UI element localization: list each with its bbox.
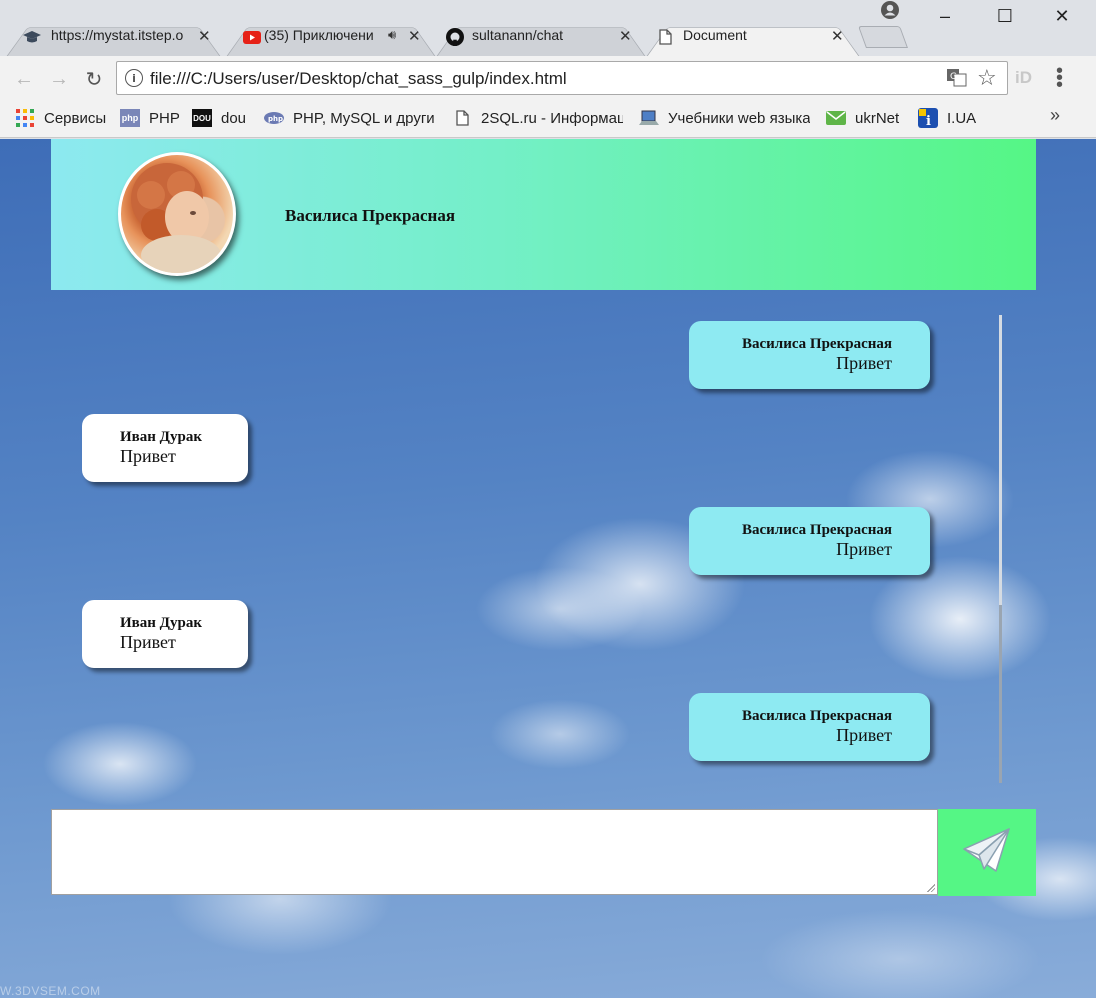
- tab-title: Document: [683, 27, 747, 43]
- resize-grip-icon[interactable]: [926, 883, 935, 892]
- bookmark-2sql[interactable]: 2SQL.ru - Информац: [452, 108, 623, 128]
- close-window-button[interactable]: ✕: [1045, 4, 1079, 28]
- avatar: [118, 152, 236, 276]
- info-icon: i: [918, 108, 938, 128]
- message-author: Иван Дурак: [120, 429, 202, 445]
- maximize-button[interactable]: ☐: [988, 4, 1022, 28]
- send-button[interactable]: [938, 809, 1036, 896]
- back-arrow-icon[interactable]: ←: [11, 66, 37, 92]
- svg-text:G: G: [950, 72, 957, 82]
- message-input-container: [51, 809, 938, 895]
- youtube-icon: [243, 28, 261, 46]
- laptop-icon: [639, 109, 659, 127]
- message-author: Василиса Прекрасная: [741, 708, 892, 724]
- svg-text:php: php: [268, 115, 283, 123]
- minimize-button[interactable]: –: [928, 4, 962, 28]
- apps-grid-icon: [15, 109, 35, 127]
- watermark: W.3DVSEM.COM: [0, 984, 101, 998]
- document-icon: [452, 109, 472, 127]
- mail-icon: [826, 109, 846, 127]
- bookmark-label: Сервисы: [44, 109, 107, 127]
- message-bubble-theirs: Иван Дурак Привет: [82, 600, 248, 668]
- address-url[interactable]: file:///C:/Users/user/Desktop/chat_sass_…: [150, 69, 567, 89]
- bookmarks-bar: Сервисы php PHP DOU dou php PHP, MySQL и…: [0, 100, 1096, 138]
- bookmarks-more-button[interactable]: »: [1050, 105, 1060, 126]
- tab-mystat[interactable]: https://mystat.itstep.o ✕: [6, 17, 221, 57]
- bookmark-label: I.UA: [947, 109, 977, 127]
- contact-name: Василиса Прекрасная: [285, 206, 456, 225]
- tab-strip: https://mystat.itstep.o ✕ (35) Приключен…: [0, 0, 1096, 57]
- profile-icon[interactable]: [880, 0, 900, 20]
- message-bubble-mine: Василиса Прекрасная Привет: [689, 507, 930, 575]
- message-text: Привет: [120, 446, 176, 466]
- extension-icon[interactable]: iD: [1015, 68, 1032, 88]
- bookmark-label: PHP: [149, 109, 180, 127]
- message-text: Привет: [836, 353, 892, 373]
- tab-document[interactable]: Document ✕: [646, 17, 860, 57]
- php-icon: php: [120, 109, 140, 127]
- bookmark-services[interactable]: Сервисы: [15, 108, 106, 128]
- message-author: Иван Дурак: [120, 615, 202, 631]
- bookmark-label: dou: [221, 109, 247, 127]
- message-text: Привет: [836, 539, 892, 559]
- bookmark-web-tutorials[interactable]: Учебники web языка: [639, 108, 810, 128]
- page-viewport: Василиса Прекрасная Василиса Прекрасная …: [0, 139, 1096, 998]
- scrollbar-thumb[interactable]: [999, 605, 1002, 783]
- address-bar[interactable]: i file:///C:/Users/user/Desktop/chat_sas…: [116, 61, 1008, 95]
- tab-title: https://mystat.itstep.o: [51, 27, 184, 43]
- bookmark-php-mysql[interactable]: php PHP, MySQL и други: [264, 108, 435, 128]
- github-icon: [446, 28, 464, 46]
- bookmark-iua[interactable]: i I.UA: [918, 108, 976, 128]
- bookmark-star-icon[interactable]: ☆: [977, 65, 997, 91]
- browser-toolbar: ← → ↻ i file:///C:/Users/user/Desktop/ch…: [0, 56, 1096, 100]
- reload-icon[interactable]: ↻: [81, 66, 107, 92]
- svg-text:i: i: [926, 114, 931, 128]
- tab-github[interactable]: sultanann/chat ✕: [436, 17, 646, 57]
- speaker-icon[interactable]: 🔊︎: [388, 27, 396, 43]
- document-icon: [656, 28, 674, 46]
- tab-title: (35) Приключени: [264, 27, 374, 43]
- close-icon[interactable]: ✕: [619, 27, 632, 45]
- bookmark-dou[interactable]: DOU dou: [192, 108, 246, 128]
- close-icon[interactable]: ✕: [408, 27, 421, 45]
- tab-title: sultanann/chat: [472, 27, 564, 43]
- tab-youtube[interactable]: (35) Приключени 🔊︎ ✕: [226, 17, 436, 57]
- bookmark-ukrnet[interactable]: ukrNet: [826, 108, 899, 128]
- message-bubble-theirs: Иван Дурак Привет: [82, 414, 248, 482]
- chat-header: Василиса Прекрасная: [51, 139, 1036, 290]
- bookmark-label: ukrNet: [855, 109, 900, 127]
- translate-icon[interactable]: G: [947, 69, 967, 87]
- php-elephant-icon: php: [264, 109, 284, 127]
- graduation-cap-icon: [23, 28, 41, 46]
- dou-icon: DOU: [192, 109, 212, 127]
- message-input[interactable]: [52, 810, 937, 894]
- bookmark-label: PHP, MySQL и други: [293, 109, 435, 127]
- message-text: Привет: [836, 725, 892, 745]
- forward-arrow-icon[interactable]: →: [46, 66, 72, 92]
- bookmark-php[interactable]: php PHP: [120, 108, 180, 128]
- kebab-menu-icon[interactable]: • • •: [1056, 61, 1063, 95]
- bookmark-label: Учебники web языка: [668, 109, 810, 127]
- paper-plane-icon: [962, 827, 1012, 878]
- info-icon[interactable]: i: [125, 69, 143, 87]
- message-text: Привет: [120, 632, 176, 652]
- close-icon[interactable]: ✕: [831, 27, 844, 45]
- message-author: Василиса Прекрасная: [741, 336, 892, 352]
- new-tab-button[interactable]: [857, 26, 909, 48]
- close-icon[interactable]: ✕: [198, 27, 211, 45]
- messages-scrollbar[interactable]: [999, 315, 1002, 783]
- message-bubble-mine: Василиса Прекрасная Привет: [689, 693, 930, 761]
- message-bubble-mine: Василиса Прекрасная Привет: [689, 321, 930, 389]
- bookmark-label: 2SQL.ru - Информац: [481, 109, 623, 127]
- message-author: Василиса Прекрасная: [741, 522, 892, 538]
